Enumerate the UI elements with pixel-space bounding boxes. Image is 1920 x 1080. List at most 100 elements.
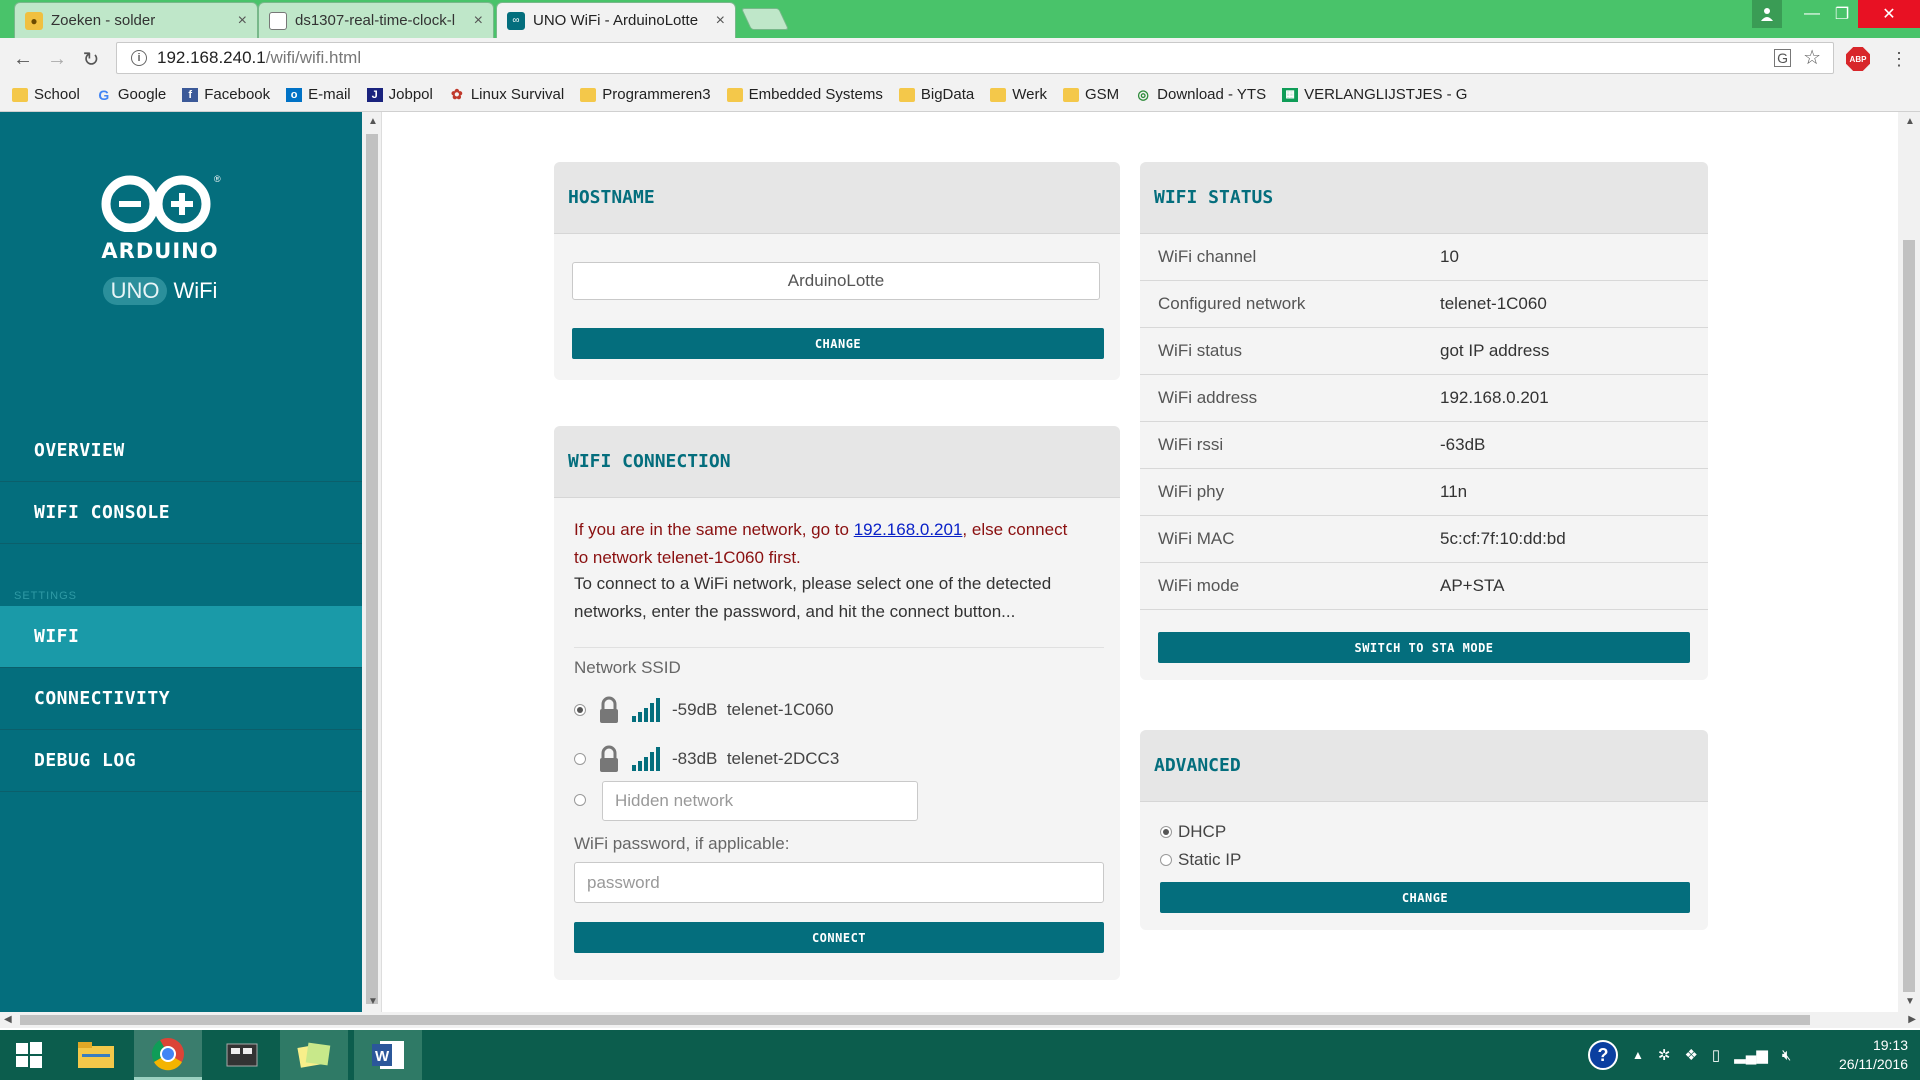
scroll-up-icon[interactable]: ▲ — [1905, 116, 1915, 127]
scroll-up-icon[interactable]: ▲ — [368, 116, 378, 127]
bookmark-jobpol[interactable]: J Jobpol — [366, 86, 433, 103]
network-option-hidden[interactable] — [574, 794, 598, 806]
arduino-logo: ® ARDUINO UNO WiFi — [90, 172, 230, 305]
windows-start-icon[interactable] — [0, 1030, 58, 1080]
browser-tabbar: ● Zoeken - solder × ds1307-real-time-clo… — [0, 0, 1920, 38]
status-key: WiFi mode — [1158, 576, 1240, 595]
file-explorer-icon[interactable] — [62, 1030, 130, 1080]
bookmark-bigdata[interactable]: BigData — [898, 86, 974, 103]
sidebar-item-label: OVERVIEW — [34, 440, 125, 461]
notice-ip-link[interactable]: 192.168.0.201 — [854, 520, 963, 539]
task-view-icon[interactable] — [208, 1030, 276, 1080]
sheets-icon: ▦ — [1282, 87, 1299, 102]
sidebar-item-wifi-console[interactable]: WIFI CONSOLE — [0, 482, 362, 544]
sidebar-item-connectivity[interactable]: CONNECTIVITY — [0, 668, 362, 730]
bookmark-star-icon[interactable]: ☆ — [1803, 45, 1821, 70]
hidden-network-input[interactable]: Hidden network — [602, 781, 918, 821]
chrome-icon[interactable] — [134, 1030, 202, 1080]
bookmark-google[interactable]: G Google — [96, 86, 166, 103]
network-radio[interactable] — [574, 704, 586, 716]
dropbox-icon[interactable]: ❖ — [1684, 1046, 1697, 1064]
dhcp-option[interactable]: DHCP — [1160, 822, 1226, 842]
facebook-icon: f — [182, 87, 199, 102]
advanced-change-button[interactable]: CHANGE — [1160, 882, 1690, 913]
network-radio[interactable] — [574, 753, 586, 765]
sidebar-item-wifi[interactable]: WIFI — [0, 606, 362, 668]
taskbar-clock[interactable]: 19:13 26/11/2016 — [1839, 1036, 1908, 1074]
battery-icon[interactable]: ▯ — [1712, 1046, 1720, 1064]
settings-gear-icon[interactable]: ✲ — [1658, 1046, 1671, 1064]
restore-icon[interactable]: ❐ — [1822, 0, 1862, 28]
profile-icon[interactable] — [1752, 0, 1782, 28]
status-key: WiFi status — [1158, 341, 1243, 360]
static-ip-label: Static IP — [1178, 850, 1242, 869]
bookmark-download-yts[interactable]: ◎ Download - YTS — [1135, 86, 1266, 103]
close-tab-icon[interactable]: × — [238, 12, 247, 30]
adblock-icon[interactable]: ABP — [1846, 47, 1870, 71]
bookmark-verlanglijstjes[interactable]: ▦ VERLANGLIJSTJES - G — [1282, 86, 1467, 103]
network-radio[interactable] — [574, 794, 586, 806]
page-viewport: ® ARDUINO UNO WiFi OVERVIEW WIFI CONSOLE… — [0, 112, 1920, 1012]
menu-dots-icon[interactable]: ⋮ — [1886, 46, 1912, 72]
browser-toolbar: ← → ↻ i 192.168.240.1/wifi/wifi.html G ☆… — [0, 38, 1920, 78]
network-ssid-label: Network SSID — [574, 658, 681, 677]
bookmark-email[interactable]: o E-mail — [286, 86, 351, 103]
wifi-status-title: WIFI STATUS — [1140, 162, 1708, 234]
bookmark-gsm[interactable]: GSM — [1062, 86, 1119, 103]
sidebar-scrollbar[interactable]: ▲ ▼ — [362, 112, 382, 1012]
bookmark-school[interactable]: School — [12, 86, 80, 103]
bookmark-programmeren3[interactable]: Programmeren3 — [580, 86, 711, 103]
reload-icon[interactable]: ↻ — [78, 46, 104, 72]
network-option-2[interactable]: -83dB telenet-2DCC3 — [574, 745, 839, 773]
folder-icon — [580, 87, 597, 102]
static-ip-option[interactable]: Static IP — [1160, 850, 1241, 870]
horizontal-scrollbar[interactable]: ◀ ▶ — [0, 1012, 1920, 1028]
back-icon[interactable]: ← — [10, 46, 36, 72]
scroll-down-icon[interactable]: ▼ — [368, 996, 378, 1007]
network-option-1[interactable]: -59dB telenet-1C060 — [574, 696, 834, 724]
status-row: Configured network telenet-1C060 — [1140, 281, 1708, 328]
page-scroll-thumb[interactable] — [1903, 240, 1915, 992]
network-icon[interactable]: ▂▄▆ — [1734, 1046, 1768, 1064]
arduino-favicon-icon: ∞ — [507, 11, 525, 30]
sidebar-scroll-thumb[interactable] — [366, 134, 378, 1004]
close-window-icon[interactable]: ✕ — [1858, 0, 1920, 28]
translate-icon[interactable]: G — [1774, 49, 1791, 67]
tab-zoeken[interactable]: ● Zoeken - solder × — [14, 2, 258, 38]
folder-icon — [726, 87, 743, 102]
sidebar-item-overview[interactable]: OVERVIEW — [0, 420, 362, 482]
scroll-left-icon[interactable]: ◀ — [4, 1014, 12, 1025]
forward-icon[interactable]: → — [44, 46, 70, 72]
scroll-down-icon[interactable]: ▼ — [1905, 996, 1915, 1007]
hostname-input[interactable]: ArduinoLotte — [572, 262, 1100, 300]
close-tab-icon[interactable]: × — [474, 12, 483, 30]
bookmark-embedded-systems[interactable]: Embedded Systems — [726, 86, 883, 103]
dhcp-radio[interactable] — [1160, 826, 1172, 838]
sticky-notes-icon[interactable] — [280, 1030, 348, 1080]
show-hidden-icons-icon[interactable]: ▲ — [1632, 1048, 1644, 1062]
new-tab-button[interactable] — [740, 8, 790, 30]
sidebar-item-debug-log[interactable]: DEBUG LOG — [0, 730, 362, 792]
url-path: /wifi/wifi.html — [265, 48, 362, 67]
switch-to-sta-button[interactable]: SWITCH TO STA MODE — [1158, 632, 1690, 663]
word-icon[interactable]: W — [354, 1030, 422, 1080]
scroll-right-icon[interactable]: ▶ — [1908, 1014, 1916, 1025]
tab-ds1307[interactable]: ds1307-real-time-clock-l × — [258, 2, 494, 38]
arduino-infinity-icon: ® — [101, 174, 221, 233]
search-favicon-icon: ● — [25, 11, 43, 30]
bookmark-linux-survival[interactable]: ✿ Linux Survival — [449, 86, 564, 103]
password-input[interactable]: password — [574, 862, 1104, 903]
horizontal-scroll-thumb[interactable] — [20, 1015, 1810, 1025]
address-bar[interactable]: i 192.168.240.1/wifi/wifi.html G ☆ — [116, 42, 1834, 74]
connect-button[interactable]: CONNECT — [574, 922, 1104, 953]
close-tab-icon[interactable]: × — [716, 12, 725, 30]
page-scrollbar[interactable]: ▲ ▼ — [1898, 112, 1920, 1012]
bookmark-werk[interactable]: Werk — [990, 86, 1047, 103]
tab-uno-wifi[interactable]: ∞ UNO WiFi - ArduinoLotte × — [496, 2, 736, 38]
help-icon[interactable]: ? — [1588, 1040, 1618, 1070]
hostname-change-button[interactable]: CHANGE — [572, 328, 1104, 359]
static-ip-radio[interactable] — [1160, 854, 1172, 866]
bookmark-facebook[interactable]: f Facebook — [182, 86, 270, 103]
info-icon[interactable]: i — [131, 50, 147, 66]
volume-muted-icon[interactable]: 🔇︎ — [1782, 1047, 1791, 1064]
